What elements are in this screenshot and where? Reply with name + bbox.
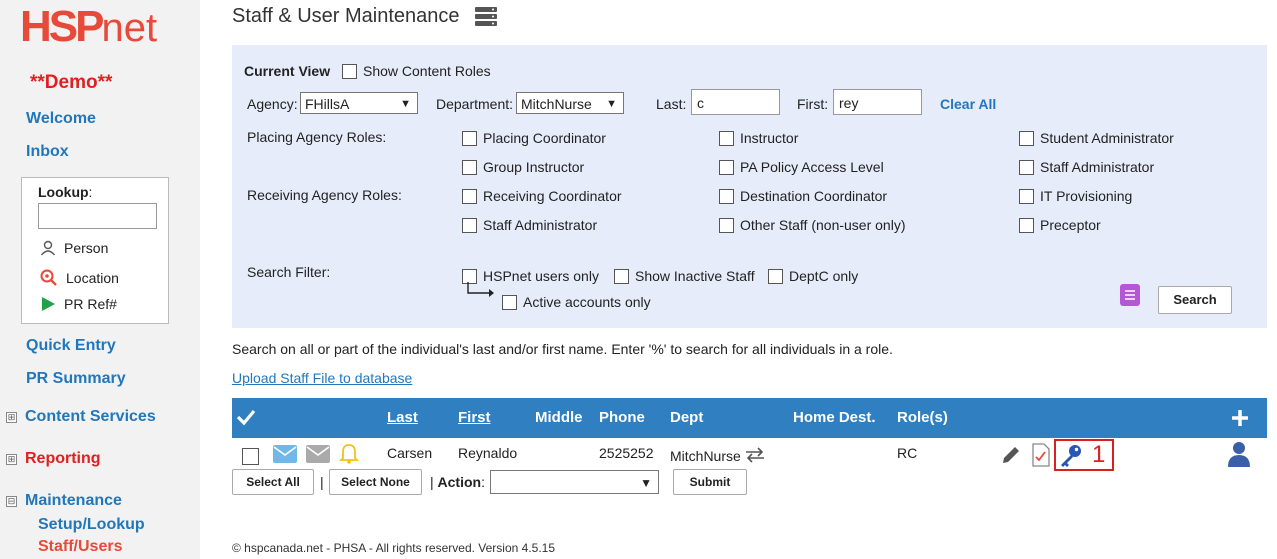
footer-copyright: © hspcanada.net - PHSA - All rights rese… [232, 541, 556, 555]
role-it-provisioning[interactable]: IT Provisioning [1019, 188, 1132, 205]
annotation-number: 1 [1092, 441, 1106, 468]
play-icon [42, 297, 55, 311]
edit-pencil-icon[interactable] [1000, 444, 1022, 466]
nav-inbox[interactable]: Inbox [26, 143, 69, 161]
expand-icon[interactable]: ⊞ [6, 411, 17, 423]
submit-button[interactable]: Submit [673, 469, 747, 495]
transfer-icon[interactable] [745, 447, 765, 463]
add-icon[interactable] [1231, 409, 1249, 427]
separator: | [320, 474, 324, 490]
cell-dept: MitchNurse [670, 448, 741, 464]
select-none-button[interactable]: Select None [329, 469, 422, 495]
nav-quick-entry[interactable]: Quick Entry [26, 337, 116, 355]
sidebar: HSPnet **Demo** Welcome Inbox Lookup: Pe… [0, 0, 200, 559]
last-label: Last: [656, 96, 687, 112]
dropdown-arrow-icon: ▼ [640, 476, 652, 490]
document-check-icon[interactable] [1031, 443, 1051, 467]
receiving-roles-label: Receiving Agency Roles: [247, 187, 402, 203]
first-name-input[interactable]: rey [833, 89, 922, 115]
role-staff-administrator-placing[interactable]: Staff Administrator [1019, 159, 1154, 176]
key-icon[interactable] [1059, 444, 1083, 468]
clear-all-link[interactable]: Clear All [940, 96, 996, 112]
search-filter-label: Search Filter: [247, 264, 331, 280]
dropdown-arrow-icon: ▼ [400, 98, 411, 110]
person-icon [40, 240, 56, 256]
role-group-instructor[interactable]: Group Instructor [462, 159, 584, 176]
page-title: Staff & User Maintenance [232, 5, 498, 28]
role-destination-coordinator[interactable]: Destination Coordinator [719, 188, 887, 205]
cell-phone: 2525252 [599, 445, 654, 461]
nav-setup-lookup[interactable]: Setup/Lookup [38, 516, 145, 534]
filter-deptc-only[interactable]: DeptC only [768, 268, 858, 285]
action-select[interactable]: ▼ [490, 470, 659, 494]
section-reporting[interactable]: ⊞ Reporting [6, 450, 101, 468]
lookup-pr-ref[interactable]: PR Ref# [40, 296, 117, 312]
results-table-header: Last First Middle Phone Dept Home Dest. … [232, 398, 1267, 438]
col-dept: Dept [670, 409, 704, 426]
first-label: First: [797, 96, 829, 112]
nav-staff-users[interactable]: Staff/Users [38, 538, 122, 556]
select-all-button[interactable]: Select All [232, 469, 314, 495]
annotation-box: 1 [1054, 439, 1114, 471]
role-other-staff[interactable]: Other Staff (non-user only) [719, 217, 905, 234]
role-staff-administrator-receiving[interactable]: Staff Administrator [462, 217, 597, 234]
role-student-administrator[interactable]: Student Administrator [1019, 130, 1174, 147]
sub-arrow-icon [467, 282, 494, 297]
col-first[interactable]: First [458, 409, 491, 426]
table-row: Carsen Reynaldo 2525252 MitchNurse RC 1 [232, 438, 1267, 471]
col-phone: Phone [599, 409, 645, 426]
mail-disabled-icon[interactable] [306, 445, 330, 463]
location-search-icon [40, 269, 57, 286]
department-label: Department: [436, 96, 514, 112]
filter-panel: Current View Show Content Roles Agency: … [232, 45, 1267, 328]
role-preceptor[interactable]: Preceptor [1019, 217, 1101, 234]
filter-active-accounts-only[interactable]: Active accounts only [502, 294, 651, 311]
current-view-label: Current View [244, 63, 331, 79]
lookup-input[interactable] [38, 203, 157, 229]
action-label: | Action: [430, 474, 485, 490]
lookup-person[interactable]: Person [40, 240, 108, 256]
server-icon[interactable] [474, 6, 498, 28]
last-name-input[interactable]: c [691, 89, 780, 115]
col-middle: Middle [535, 409, 583, 426]
email-icon[interactable] [273, 445, 297, 463]
cell-roles: RC [897, 445, 918, 461]
nav-pr-summary[interactable]: PR Summary [26, 370, 126, 388]
search-button[interactable]: Search [1158, 286, 1232, 314]
book-icon[interactable] [1119, 283, 1141, 307]
row-checkbox[interactable] [242, 448, 259, 465]
role-placing-coordinator[interactable]: Placing Coordinator [462, 130, 606, 147]
bell-icon[interactable] [339, 442, 359, 464]
col-roles: Role(s) [897, 409, 948, 426]
placing-roles-label: Placing Agency Roles: [247, 129, 387, 145]
nav-welcome[interactable]: Welcome [26, 110, 96, 128]
lookup-box: Lookup: Person Location PR Ref# [21, 177, 169, 324]
agency-select[interactable]: FHillsA ▼ [300, 92, 418, 114]
section-content-services[interactable]: ⊞ Content Services [6, 408, 156, 426]
check-all-icon[interactable] [236, 408, 256, 426]
show-content-roles[interactable]: Show Content Roles [342, 63, 491, 80]
role-instructor[interactable]: Instructor [719, 130, 798, 147]
collapse-icon[interactable]: ⊟ [6, 495, 17, 507]
cell-last: Carsen [387, 445, 433, 461]
lookup-label: Lookup: [38, 184, 93, 200]
role-receiving-coordinator[interactable]: Receiving Coordinator [462, 188, 622, 205]
filter-show-inactive[interactable]: Show Inactive Staff [614, 268, 755, 285]
upload-staff-file-link[interactable]: Upload Staff File to database [232, 370, 412, 386]
col-last[interactable]: Last [387, 409, 418, 426]
hspnet-logo[interactable]: HSPnet [20, 2, 157, 52]
department-select[interactable]: MitchNurse ▼ [516, 92, 624, 114]
section-maintenance[interactable]: ⊟ Maintenance [6, 492, 122, 510]
col-home-dest: Home Dest. [793, 409, 876, 426]
user-profile-icon[interactable] [1228, 441, 1250, 467]
agency-label: Agency: [247, 96, 298, 112]
help-text: Search on all or part of the individual'… [232, 341, 893, 357]
demo-label: **Demo** [30, 72, 113, 93]
cell-first: Reynaldo [458, 445, 518, 461]
dropdown-arrow-icon: ▼ [606, 98, 617, 110]
lookup-location[interactable]: Location [40, 269, 119, 287]
expand-icon[interactable]: ⊞ [6, 453, 17, 465]
checkbox[interactable] [342, 63, 357, 79]
role-pa-policy-access[interactable]: PA Policy Access Level [719, 159, 884, 176]
